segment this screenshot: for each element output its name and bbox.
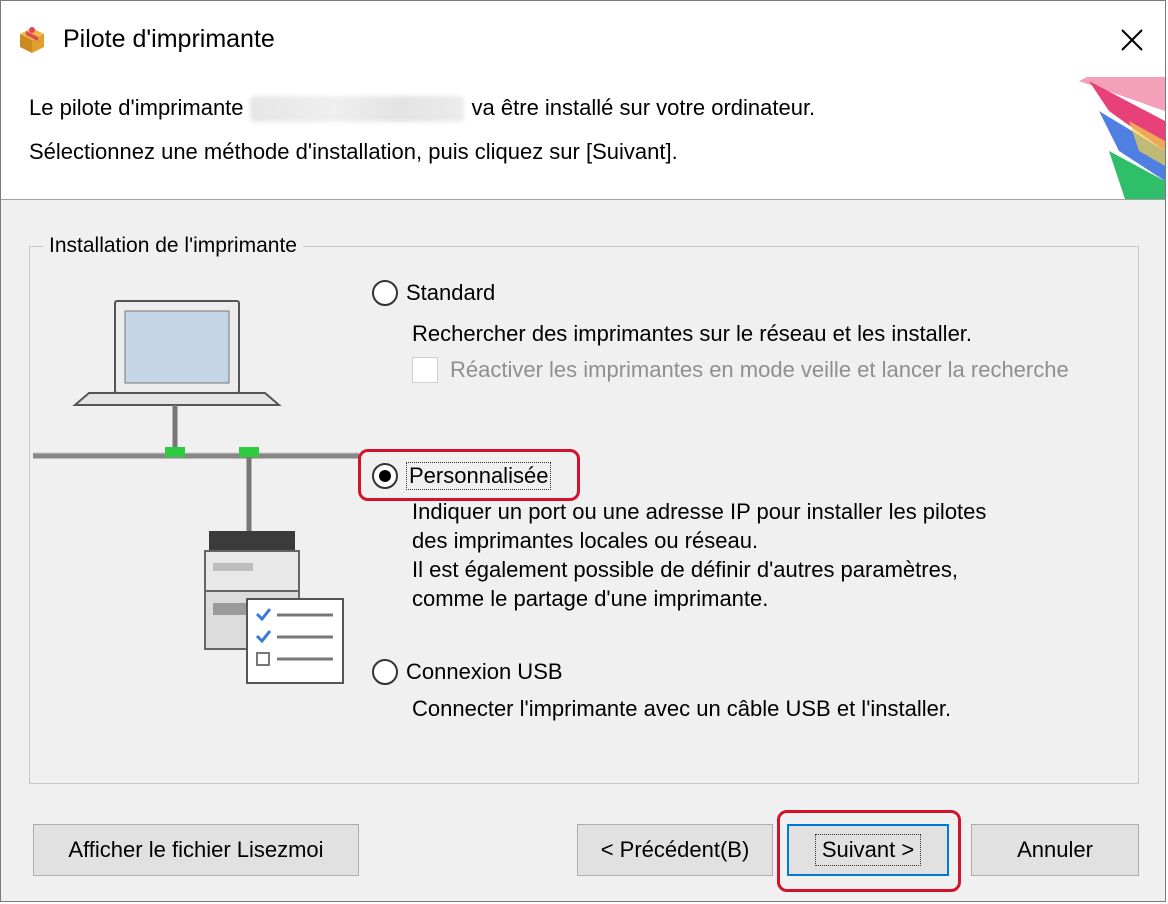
radio-custom[interactable]: Personnalisée (372, 462, 552, 490)
next-button-label: Suivant > (814, 834, 922, 866)
custom-description: Indiquer un port ou une adresse IP pour … (412, 497, 986, 613)
previous-button[interactable]: < Précédent(B) (577, 824, 773, 876)
intro-line-1: Le pilote d'imprimante va être installé s… (29, 95, 816, 123)
banner-graphic (1079, 77, 1165, 199)
readme-button-label: Afficher le fichier Lisezmoi (68, 837, 324, 862)
custom-desc-line-2: des imprimantes locales ou réseau. (412, 528, 759, 553)
next-button[interactable]: Suivant > (787, 824, 949, 876)
network-illustration (33, 300, 359, 684)
printer-name-redacted (249, 96, 464, 123)
window-title: Pilote d'imprimante (63, 25, 275, 53)
radio-usb-label: Connexion USB (406, 659, 563, 684)
radio-custom-label: Personnalisée (406, 462, 552, 490)
radio-standard-circle[interactable] (372, 280, 398, 306)
radio-usb[interactable]: Connexion USB (372, 659, 563, 685)
previous-button-label: < Précédent(B) (600, 837, 750, 862)
header-panel: Le pilote d'imprimante va être installé s… (1, 77, 1165, 200)
checklist-icon (246, 598, 344, 684)
custom-desc-line-4: comme le partage d'une imprimante. (412, 586, 769, 611)
laptop-icon (72, 300, 282, 406)
close-icon (1121, 29, 1143, 51)
installer-window: Pilote d'imprimante Le pilote d'impriman… (0, 0, 1166, 902)
intro-line-2: Sélectionnez une méthode d'installation,… (29, 139, 678, 164)
title-bar: Pilote d'imprimante (1, 1, 1165, 77)
intro-text-after: va être installé sur votre ordinateur. (471, 95, 816, 120)
wake-printers-checkbox-label: Réactiver les imprimantes en mode veille… (450, 357, 1069, 382)
radio-standard-label: Standard (406, 280, 496, 305)
checkbox-wake-printers[interactable]: Réactiver les imprimantes en mode veille… (412, 357, 1069, 383)
radio-custom-circle[interactable] (372, 463, 398, 489)
close-button[interactable] (1107, 15, 1157, 65)
groupbox-label: Installation de l'imprimante (43, 234, 303, 258)
standard-description: Rechercher des imprimantes sur le réseau… (412, 321, 973, 346)
cancel-button[interactable]: Annuler (971, 824, 1139, 876)
custom-desc-line-3: Il est également possible de définir d'a… (412, 557, 958, 582)
cancel-button-label: Annuler (1017, 837, 1093, 862)
wake-printers-checkbox-box[interactable] (412, 357, 438, 383)
radio-usb-circle[interactable] (372, 659, 398, 685)
package-icon (20, 27, 44, 53)
custom-desc-line-1: Indiquer un port ou une adresse IP pour … (412, 499, 987, 524)
usb-description: Connecter l'imprimante avec un câble USB… (412, 696, 952, 721)
intro-text-before: Le pilote d'imprimante (29, 95, 244, 120)
radio-standard[interactable]: Standard (372, 280, 495, 306)
readme-button[interactable]: Afficher le fichier Lisezmoi (33, 824, 359, 876)
